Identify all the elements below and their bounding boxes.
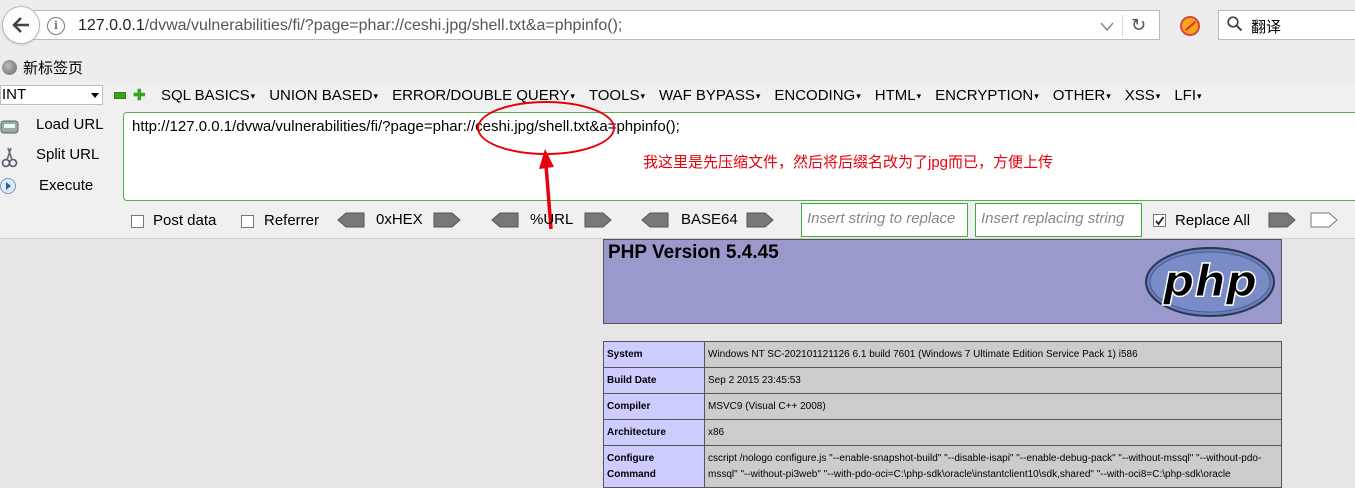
chevron-down-icon[interactable] bbox=[1100, 22, 1114, 31]
address-bar-separator bbox=[1122, 15, 1123, 37]
table-key: Build Date bbox=[603, 367, 705, 394]
table-key: Compiler bbox=[603, 393, 705, 420]
phpinfo-header: PHP Version 5.4.45 php bbox=[603, 239, 1282, 324]
annotation-text: 我这里是先压缩文件，然后将后缀名改为了jpg而已，方便上传 bbox=[643, 154, 1054, 171]
menu-union-based[interactable]: UNION BASED bbox=[269, 87, 378, 104]
hackbar-menu: SQL BASICS UNION BASED ERROR/DOUBLE QUER… bbox=[161, 87, 1216, 104]
hackbar-panel: INT ✚ SQL BASICS UNION BASED ERROR/DOUBL… bbox=[0, 82, 1355, 239]
minus-icon[interactable] bbox=[114, 92, 126, 99]
search-icon bbox=[1227, 16, 1243, 32]
table-row: Architecture x86 bbox=[603, 419, 1282, 446]
hex-decode-arrow-icon[interactable] bbox=[337, 212, 365, 228]
table-key: Configure Command bbox=[603, 445, 705, 488]
php-version-title: PHP Version 5.4.45 bbox=[608, 242, 779, 263]
search-box[interactable]: 翻译 bbox=[1218, 10, 1355, 40]
menu-lfi[interactable]: LFI bbox=[1174, 87, 1201, 104]
table-row: Build Date Sep 2 2015 23:45:53 bbox=[603, 367, 1282, 394]
table-value: Windows NT SC-202101121126 6.1 build 760… bbox=[704, 341, 1282, 368]
load-url-button[interactable]: Load URL bbox=[0, 113, 115, 139]
referrer-label: Referrer bbox=[264, 212, 320, 229]
load-url-icon bbox=[0, 120, 19, 134]
bookmarks-toolbar: 新标签页 bbox=[0, 52, 1355, 82]
injection-type-value: INT bbox=[2, 86, 27, 103]
base64-label: BASE64 bbox=[681, 211, 738, 228]
table-key: System bbox=[603, 341, 705, 368]
menu-xss[interactable]: XSS bbox=[1125, 87, 1161, 104]
table-value: cscript /nologo configure.js "--enable-s… bbox=[704, 445, 1282, 488]
search-input[interactable]: 翻译 bbox=[1251, 16, 1281, 37]
load-url-label: Load URL bbox=[36, 116, 104, 133]
url-path: /dvwa/vulnerabilities/fi/?page=phar://ce… bbox=[144, 17, 623, 34]
table-row: Compiler MSVC9 (Visual C++ 2008) bbox=[603, 393, 1282, 420]
address-bar[interactable]: i 127.0.0.1/dvwa/vulnerabilities/fi/?pag… bbox=[34, 10, 1160, 40]
url-host: 127.0.0.1 bbox=[78, 17, 145, 34]
replace-all-label: Replace All bbox=[1175, 212, 1251, 229]
menu-encoding[interactable]: ENCODING bbox=[774, 87, 860, 104]
hex-label: 0xHEX bbox=[376, 211, 423, 228]
menu-html[interactable]: HTML bbox=[875, 87, 921, 104]
table-value: MSVC9 (Visual C++ 2008) bbox=[704, 393, 1282, 420]
execute-label: Execute bbox=[39, 177, 94, 194]
table-row: System Windows NT SC-202101121126 6.1 bu… bbox=[603, 341, 1282, 368]
php-logo-text: php bbox=[1162, 256, 1257, 307]
dropdown-arrow-icon bbox=[91, 93, 99, 98]
post-data-checkbox[interactable] bbox=[131, 215, 144, 228]
back-button[interactable] bbox=[2, 6, 40, 44]
phpinfo-table: System Windows NT SC-202101121126 6.1 bu… bbox=[603, 341, 1282, 488]
execute-button[interactable]: Execute bbox=[0, 174, 115, 200]
menu-other[interactable]: OTHER bbox=[1053, 87, 1111, 104]
url-encode-arrow-icon[interactable] bbox=[584, 212, 612, 228]
checkmark-icon bbox=[1155, 216, 1165, 226]
navigation-toolbar: i 127.0.0.1/dvwa/vulnerabilities/fi/?pag… bbox=[0, 0, 1355, 52]
address-bar-url[interactable]: 127.0.0.1/dvwa/vulnerabilities/fi/?page=… bbox=[78, 17, 622, 35]
table-row: Configure Command cscript /nologo config… bbox=[603, 445, 1282, 488]
plus-icon[interactable]: ✚ bbox=[133, 86, 146, 104]
menu-sql-basics[interactable]: SQL BASICS bbox=[161, 87, 255, 104]
injection-type-select[interactable]: INT bbox=[0, 85, 103, 105]
menu-waf-bypass[interactable]: WAF BYPASS bbox=[659, 87, 760, 104]
base64-decode-arrow-icon[interactable] bbox=[641, 212, 669, 228]
base64-encode-arrow-icon[interactable] bbox=[746, 212, 774, 228]
replace-search-input[interactable]: Insert string to replace bbox=[801, 203, 968, 237]
menu-tools[interactable]: TOOLS bbox=[589, 87, 645, 104]
info-icon[interactable]: i bbox=[47, 17, 65, 35]
url-decode-arrow-icon[interactable] bbox=[491, 212, 519, 228]
arrow-left-icon bbox=[12, 17, 29, 33]
post-data-label: Post data bbox=[153, 212, 217, 229]
php-logo-icon: php bbox=[1145, 247, 1275, 317]
replace-forward-arrow-icon[interactable] bbox=[1268, 212, 1296, 228]
play-icon bbox=[0, 178, 16, 194]
replace-all-checkbox[interactable] bbox=[1153, 214, 1166, 227]
replace-back-arrow-icon[interactable] bbox=[1310, 212, 1338, 228]
hex-encode-arrow-icon[interactable] bbox=[433, 212, 461, 228]
noscript-icon[interactable] bbox=[1180, 16, 1200, 36]
split-url-button[interactable]: Split URL bbox=[0, 143, 115, 169]
table-key: Architecture bbox=[603, 419, 705, 446]
bookmark-new-tab[interactable]: 新标签页 bbox=[23, 57, 83, 78]
reload-icon[interactable]: ↻ bbox=[1131, 15, 1146, 36]
split-url-label: Split URL bbox=[36, 146, 100, 163]
menu-encryption[interactable]: ENCRYPTION bbox=[935, 87, 1039, 104]
scissors-icon bbox=[1, 147, 18, 168]
table-value: Sep 2 2015 23:45:53 bbox=[704, 367, 1282, 394]
globe-icon bbox=[2, 60, 17, 75]
referrer-checkbox[interactable] bbox=[241, 215, 254, 228]
replace-with-input[interactable]: Insert replacing string bbox=[975, 203, 1142, 237]
hackbar-url-textarea[interactable]: http://127.0.0.1/dvwa/vulnerabilities/fi… bbox=[123, 101, 1355, 230]
url-encoding-label: %URL bbox=[530, 211, 574, 228]
table-value: x86 bbox=[704, 419, 1282, 446]
